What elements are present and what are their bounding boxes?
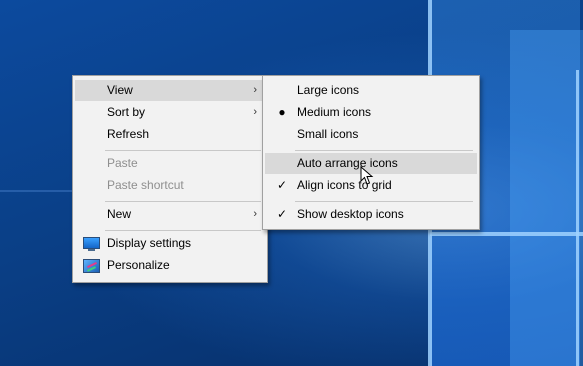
submenu-item-label: Align icons to grid: [297, 178, 392, 192]
wallpaper-light-beam: [430, 232, 583, 236]
menu-item-view[interactable]: View ›: [75, 80, 265, 101]
wallpaper-window-pane: [510, 30, 583, 366]
menu-item-label: Display settings: [107, 236, 192, 250]
personalize-icon: [83, 259, 100, 273]
submenu-item-show-desktop-icons[interactable]: ✓ Show desktop icons: [265, 204, 477, 225]
desktop-context-menu: View › Sort by › Refresh Paste Paste sho…: [72, 75, 268, 283]
menu-item-label: Refresh: [107, 127, 150, 141]
check-mark-icon: ✓: [276, 207, 288, 221]
menu-item-label: View: [107, 83, 133, 97]
submenu-arrow-icon: ›: [253, 84, 257, 96]
submenu-item-large-icons[interactable]: Large icons: [265, 80, 477, 101]
submenu-item-label: Large icons: [297, 83, 360, 97]
menu-item-label: Paste: [107, 156, 138, 170]
menu-separator: [295, 150, 473, 151]
menu-item-refresh[interactable]: Refresh: [75, 124, 265, 145]
menu-separator: [105, 201, 261, 202]
submenu-item-medium-icons[interactable]: ● Medium icons: [265, 102, 477, 123]
menu-separator: [105, 150, 261, 151]
menu-item-label: New: [107, 207, 132, 221]
submenu-item-label: Small icons: [297, 127, 359, 141]
submenu-item-label: Auto arrange icons: [297, 156, 398, 170]
menu-item-label: Personalize: [107, 258, 170, 272]
menu-item-label: Sort by: [107, 105, 146, 119]
menu-separator: [295, 201, 473, 202]
display-settings-icon: [83, 237, 100, 251]
menu-item-label: Paste shortcut: [107, 178, 184, 192]
submenu-item-label: Show desktop icons: [297, 207, 404, 221]
submenu-item-small-icons[interactable]: Small icons: [265, 124, 477, 145]
submenu-item-label: Medium icons: [297, 105, 372, 119]
mouse-pointer-icon: [360, 166, 374, 185]
check-mark-icon: ✓: [276, 178, 288, 192]
submenu-arrow-icon: ›: [253, 106, 257, 118]
menu-item-new[interactable]: New ›: [75, 204, 265, 225]
wallpaper-light-beam: [576, 70, 579, 366]
radio-bullet-icon: ●: [278, 105, 286, 119]
menu-item-personalize[interactable]: Personalize: [75, 255, 265, 276]
menu-item-sort-by[interactable]: Sort by ›: [75, 102, 265, 123]
menu-item-paste-shortcut[interactable]: Paste shortcut: [75, 175, 265, 196]
submenu-arrow-icon: ›: [253, 208, 257, 220]
menu-item-display-settings[interactable]: Display settings: [75, 233, 265, 254]
menu-separator: [105, 230, 261, 231]
view-submenu: Large icons ● Medium icons Small icons A…: [262, 75, 480, 230]
menu-item-paste[interactable]: Paste: [75, 153, 265, 174]
